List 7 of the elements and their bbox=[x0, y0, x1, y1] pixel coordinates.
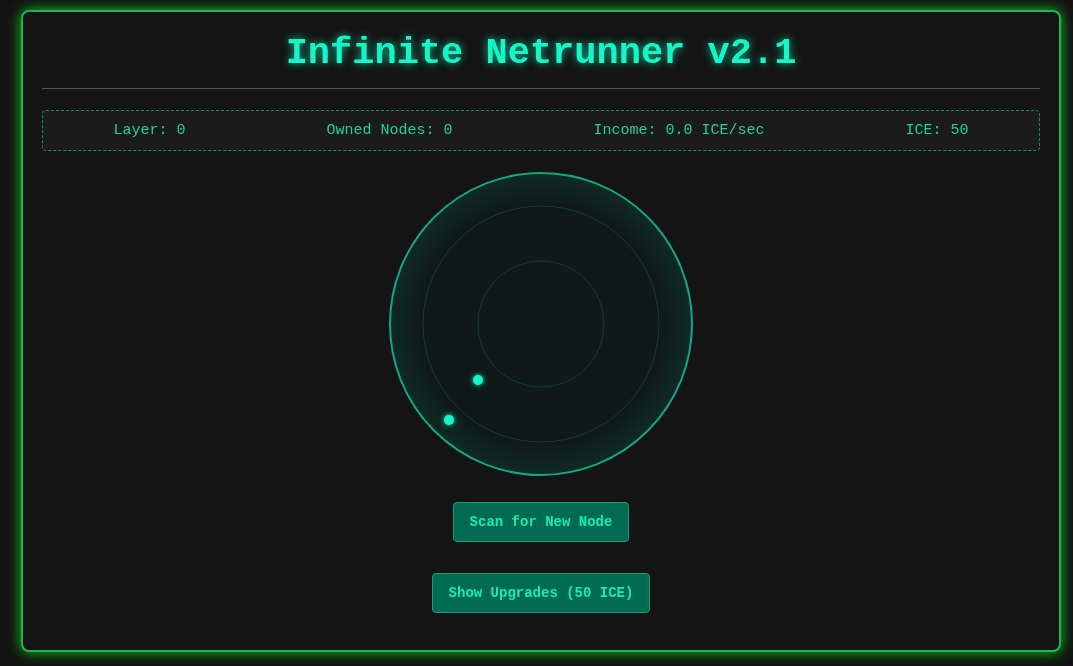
app-title: Infinite Netrunner v2.1 bbox=[284, 31, 798, 76]
stat-text: Layer: 0 bbox=[113, 122, 186, 139]
stat-text: Income: 0.0 ICE/sec bbox=[593, 122, 765, 139]
stat-text: ICE: 50 bbox=[905, 122, 969, 139]
stat-text: Owned Nodes: 0 bbox=[326, 122, 453, 139]
action-button[interactable]: Show Upgrades (50 ICE) bbox=[431, 573, 651, 613]
action-button[interactable]: Scan for New Node bbox=[452, 502, 630, 542]
